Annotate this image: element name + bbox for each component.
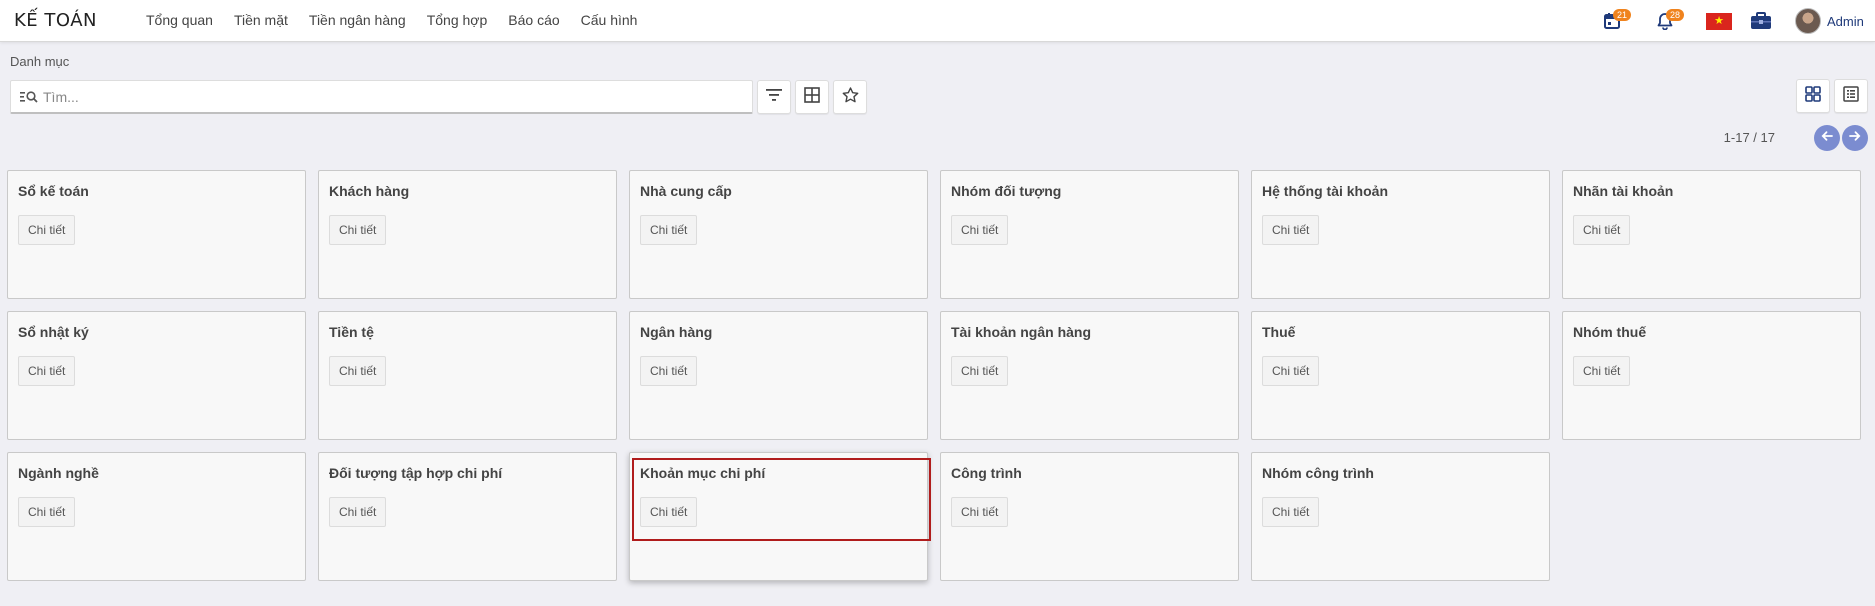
card-title: Khoản mục chi phí — [640, 465, 766, 481]
briefcase-icon — [1750, 12, 1772, 30]
search-icon — [15, 81, 43, 113]
card-title: Nhà cung cấp — [640, 183, 732, 199]
details-button[interactable]: Chi tiết — [951, 497, 1009, 527]
top-navbar: KẾ TOÁN Tổng quan Tiền mặt Tiền ngân hàn… — [0, 0, 1875, 42]
card-title: Công trình — [951, 465, 1022, 481]
activity-menu[interactable]: 21 — [1598, 8, 1632, 34]
card-title: Sổ kế toán — [18, 183, 89, 199]
card-title: Sổ nhật ký — [18, 324, 89, 340]
language-switcher[interactable]: ★ — [1706, 8, 1732, 34]
catalog-card: Nhóm đối tượng Chi tiết — [940, 170, 1239, 299]
card-title: Tài khoản ngân hàng — [951, 324, 1092, 340]
card-title: Nhóm công trình — [1262, 465, 1374, 481]
menu-tien-ngan-hang[interactable]: Tiền ngân hàng — [309, 12, 406, 28]
vietnam-flag-icon: ★ — [1706, 12, 1732, 30]
catalog-card: Tài khoản ngân hàng Chi tiết — [940, 311, 1239, 440]
details-button[interactable]: Chi tiết — [18, 497, 76, 527]
catalog-card-highlighted: Khoản mục chi phí Chi tiết — [629, 452, 931, 581]
catalog-card: Hệ thống tài khoản Chi tiết — [1251, 170, 1550, 299]
notification-menu[interactable]: 28 — [1651, 8, 1685, 34]
card-title: Đối tượng tập hợp chi phí — [329, 465, 503, 481]
kanban-view-icon — [1805, 85, 1821, 107]
catalog-card: Nhà cung cấp Chi tiết — [629, 170, 928, 299]
details-button[interactable]: Chi tiết — [18, 215, 76, 245]
app-title[interactable]: KẾ TOÁN — [14, 10, 97, 31]
favorites-button[interactable] — [833, 80, 867, 114]
filter-icon — [766, 88, 782, 106]
details-button[interactable]: Chi tiết — [640, 497, 698, 527]
grid-icon — [804, 86, 820, 108]
pager-previous-button[interactable] — [1814, 125, 1840, 151]
list-view-icon — [1843, 85, 1859, 107]
details-button[interactable]: Chi tiết — [1262, 497, 1320, 527]
pager-value[interactable]: 1-17 / 17 — [1724, 130, 1775, 145]
notification-badge: 28 — [1666, 9, 1685, 21]
catalog-card: Nhóm công trình Chi tiết — [1251, 452, 1550, 581]
card-title: Tiền tệ — [329, 324, 374, 340]
details-button[interactable]: Chi tiết — [18, 356, 76, 386]
group-by-button[interactable] — [795, 80, 829, 114]
search-bar — [10, 80, 753, 114]
catalog-card: Nhãn tài khoản Chi tiết — [1562, 170, 1861, 299]
card-title: Ngân hàng — [640, 324, 713, 340]
catalog-card: Nhóm thuế Chi tiết — [1562, 311, 1861, 440]
card-title: Nhãn tài khoản — [1573, 183, 1674, 199]
catalog-card: Sổ kế toán Chi tiết — [7, 170, 306, 299]
kanban-view-button[interactable] — [1796, 79, 1830, 113]
card-title: Nhóm đối tượng — [951, 183, 1062, 199]
catalog-card: Ngành nghề Chi tiết — [7, 452, 306, 581]
catalog-card: Tiền tệ Chi tiết — [318, 311, 617, 440]
catalog-card: Khách hàng Chi tiết — [318, 170, 617, 299]
avatar — [1795, 8, 1821, 34]
arrow-left-icon — [1821, 129, 1833, 147]
pager-next-button[interactable] — [1842, 125, 1868, 151]
menu-cau-hinh[interactable]: Cấu hình — [581, 12, 638, 28]
card-title: Thuế — [1262, 324, 1296, 340]
details-button[interactable]: Chi tiết — [329, 215, 387, 245]
details-button[interactable]: Chi tiết — [640, 215, 698, 245]
search-input[interactable] — [43, 88, 752, 105]
breadcrumb: Danh mục — [10, 54, 70, 69]
card-title: Nhóm thuế — [1573, 324, 1647, 340]
menu-bao-cao[interactable]: Báo cáo — [508, 12, 559, 28]
details-button[interactable]: Chi tiết — [329, 356, 387, 386]
details-button[interactable]: Chi tiết — [640, 356, 698, 386]
card-title: Ngành nghề — [18, 465, 99, 481]
user-name: Admin — [1827, 13, 1864, 29]
details-button[interactable]: Chi tiết — [329, 497, 387, 527]
card-title: Hệ thống tài khoản — [1262, 183, 1388, 199]
card-title: Khách hàng — [329, 183, 410, 199]
filter-button[interactable] — [757, 80, 791, 114]
menu-tong-quan[interactable]: Tổng quan — [146, 12, 213, 28]
details-button[interactable]: Chi tiết — [951, 356, 1009, 386]
details-button[interactable]: Chi tiết — [1262, 215, 1320, 245]
star-icon — [842, 86, 859, 108]
catalog-card: Công trình Chi tiết — [940, 452, 1239, 581]
catalog-card: Sổ nhật ký Chi tiết — [7, 311, 306, 440]
activity-badge: 21 — [1613, 9, 1632, 21]
arrow-right-icon — [1849, 129, 1861, 147]
details-button[interactable]: Chi tiết — [1262, 356, 1320, 386]
user-menu[interactable]: Admin — [1795, 8, 1867, 34]
catalog-card: Đối tượng tập hợp chi phí Chi tiết — [318, 452, 617, 581]
details-button[interactable]: Chi tiết — [1573, 215, 1631, 245]
list-view-button[interactable] — [1834, 79, 1868, 113]
catalog-kanban: Sổ kế toán Chi tiết Khách hàng Chi tiết Nh… — [7, 170, 1861, 581]
details-button[interactable]: Chi tiết — [951, 215, 1009, 245]
details-button[interactable]: Chi tiết — [1573, 356, 1631, 386]
catalog-card: Ngân hàng Chi tiết — [629, 311, 928, 440]
menu-tien-mat[interactable]: Tiền mặt — [234, 12, 288, 28]
menu-tong-hop[interactable]: Tổng hợp — [427, 12, 488, 28]
main-menu: Tổng quan Tiền mặt Tiền ngân hàng Tổng h… — [146, 12, 637, 28]
catalog-card: Thuế Chi tiết — [1251, 311, 1550, 440]
company-switcher[interactable] — [1749, 8, 1773, 34]
